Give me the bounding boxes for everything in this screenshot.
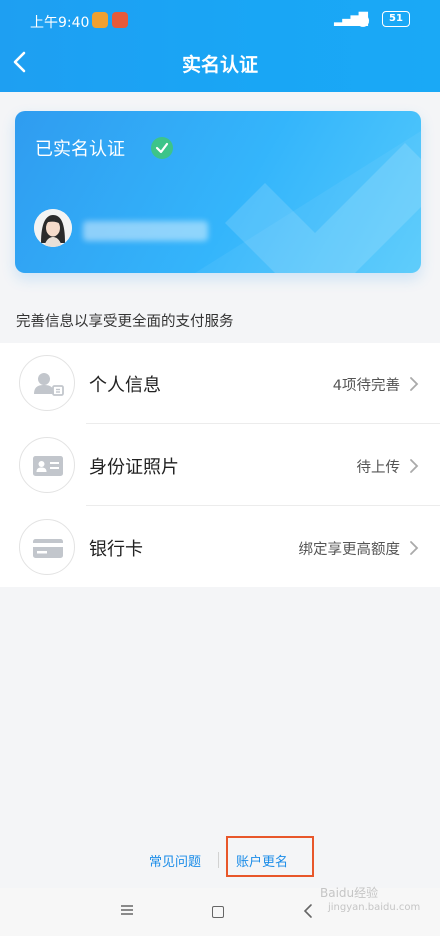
avatar [34,209,72,247]
verification-card: 已实名认证 [15,111,421,273]
verified-title: 已实名认证 [35,139,125,160]
check-circle-icon [151,137,173,159]
item-status: 待上传 [356,460,401,476]
id-card-icon [19,437,75,493]
info-list: 个人信息 4项待完善 身份证照片 待上传 银行卡 绑定享更高额度 [0,343,440,587]
divider [86,423,440,424]
system-back-icon[interactable] [302,902,314,920]
footer-separator [218,852,219,868]
chevron-right-icon [410,541,419,555]
item-label: 银行卡 [89,539,143,560]
masked-name [83,221,208,241]
person-card-icon [19,355,75,411]
wifi-icon: ◔ [356,10,370,29]
watermark: Baidu经验 [320,886,379,900]
menu-icon[interactable] [120,904,134,916]
item-label: 身份证照片 [89,457,179,478]
item-status: 绑定享更高额度 [298,542,401,558]
page-title: 实名认证 [181,54,258,76]
rename-highlight-box [226,836,314,877]
watermark-url: jingyan.baidu.com [328,902,421,913]
section-heading: 完善信息以享受更全面的支付服务 [16,314,234,330]
home-icon[interactable] [212,906,224,918]
item-status: 4项待完善 [332,378,400,394]
footer-links: 常见问题 账户更名 [0,848,440,872]
notification-app-icon [92,12,108,28]
divider [86,505,440,506]
notification-app-icon-2 [112,12,128,28]
chevron-right-icon [410,377,419,391]
status-time: 上午9:40 [30,15,90,31]
header-bar: 上午9:40 ▂▄▆█ ◔ 51 实名认证 [0,0,440,92]
faq-link[interactable]: 常见问题 [149,851,201,870]
status-bar: 上午9:40 ▂▄▆█ ◔ 51 [0,0,440,40]
item-label: 个人信息 [89,375,161,396]
list-item-personal-info[interactable]: 个人信息 4项待完善 [0,343,440,424]
list-item-bank-card[interactable]: 银行卡 绑定享更高额度 [0,507,440,588]
battery-icon: 51 [382,11,410,27]
list-item-id-photo[interactable]: 身份证照片 待上传 [0,425,440,506]
chevron-right-icon [410,459,419,473]
bank-card-icon [19,519,75,575]
